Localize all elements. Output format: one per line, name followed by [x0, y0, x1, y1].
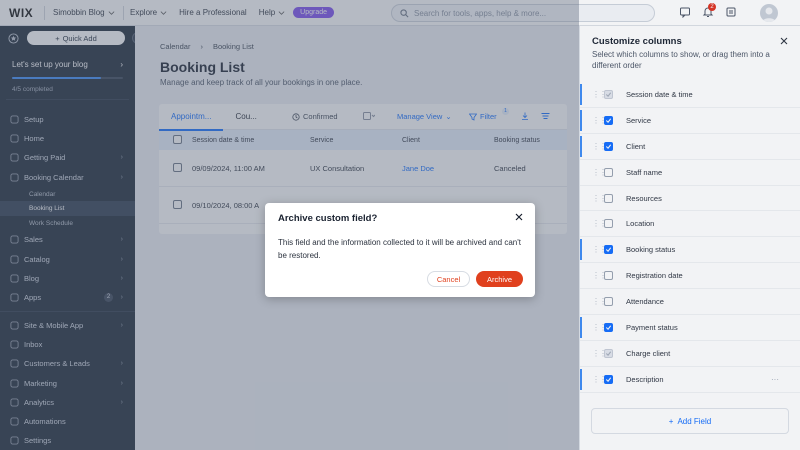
- dialog-body: This field and the information collected…: [278, 238, 521, 260]
- archive-button[interactable]: Archive: [476, 271, 523, 287]
- archive-dialog: Archive custom field? This field and the…: [265, 203, 535, 297]
- close-icon[interactable]: [515, 213, 523, 221]
- panel-backdrop: [579, 0, 800, 450]
- dialog-title: Archive custom field?: [278, 213, 378, 224]
- cancel-button[interactable]: Cancel: [427, 271, 470, 287]
